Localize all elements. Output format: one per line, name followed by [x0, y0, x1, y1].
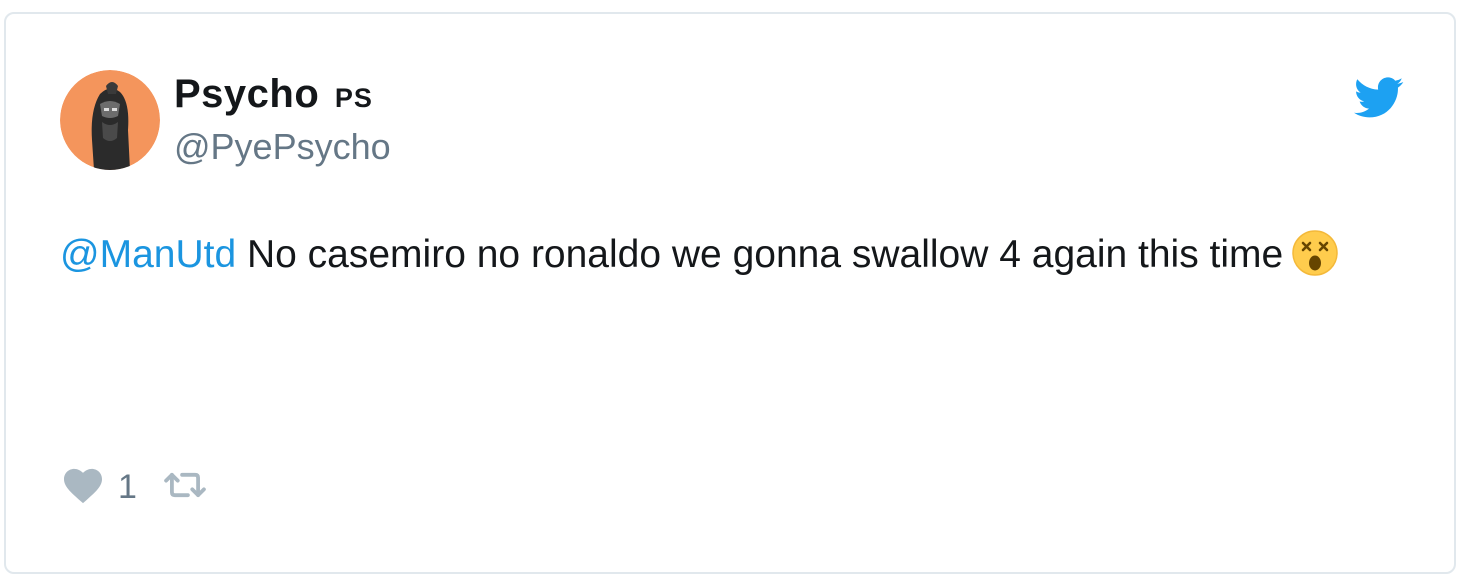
tweet-body: No casemiro no ronaldo we gonna swallow …	[236, 233, 1284, 276]
avatar-image	[60, 70, 160, 170]
tweet-card: Psycho PS @PyePsycho @ManUtd No casemiro…	[4, 12, 1456, 574]
avatar[interactable]	[60, 70, 160, 170]
heart-icon	[62, 466, 104, 509]
like-button[interactable]: 1	[62, 466, 137, 509]
retweet-button[interactable]	[163, 469, 207, 506]
tweet-actions: 1	[62, 464, 207, 510]
display-name-suffix: PS	[334, 83, 373, 113]
astonished-face-emoji-icon	[1291, 229, 1339, 277]
display-name[interactable]: Psycho PS	[174, 72, 373, 117]
tweet-text: @ManUtd No casemiro no ronaldo we gonna …	[60, 226, 1380, 284]
retweet-icon	[163, 469, 207, 506]
twitter-bird-icon[interactable]	[1354, 76, 1404, 120]
like-count: 1	[118, 467, 137, 506]
user-handle[interactable]: @PyePsycho	[174, 126, 391, 168]
mention-link[interactable]: @ManUtd	[60, 233, 236, 276]
display-name-text: Psycho	[174, 72, 320, 116]
